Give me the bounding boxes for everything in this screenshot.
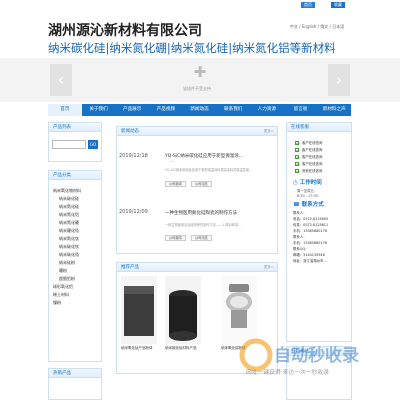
category-item[interactable]: 纳米碳化硅	[49, 195, 101, 203]
news-date: 2019/12/18	[119, 153, 148, 159]
check-icon	[295, 161, 299, 166]
news-tag-button[interactable]: 公司动态	[191, 235, 212, 241]
category-item[interactable]: 纳米氧化物材料	[49, 187, 101, 195]
product-list-title: 产品列表	[49, 123, 101, 132]
category-item[interactable]: 稀土材料	[49, 291, 101, 299]
clock-icon: ◷	[293, 180, 300, 186]
nav-item-news[interactable]: 新闻动态	[183, 104, 217, 116]
nav-item-voice[interactable]: 新材料之声	[317, 104, 351, 116]
news-headline[interactable]: 一种生物医用氮化硅陶瓷的制作方法	[165, 210, 237, 216]
site-watermark: 自动秒收录 网址一键获得·来访一次一秒收录	[238, 335, 388, 380]
site-slogan: 纳米碳化硅|纳米氮化硼|纳米氮化硅|纳米氮化铝等新材料	[48, 41, 336, 55]
right-info-panel: 在线客服 客户在线咨询 客户在线咨询 客户在线咨询 客户在线咨询 其他在线咨询 …	[286, 122, 352, 342]
categories-title: 产品分类	[49, 171, 101, 180]
category-item[interactable]: 硼粉	[49, 267, 101, 275]
nav-item-home[interactable]: 首页	[48, 104, 82, 116]
product-caption[interactable]: 纳米氧化钛产品粉体	[121, 346, 157, 351]
category-list: 纳米氧化物材料 纳米碳化硅 纳米氮化硅 纳米氮化铝 纳米氮化硼 纳米硼化锆 纳米氮化钛 纳米碳…	[49, 180, 101, 307]
nav-item-about[interactable]: 关于我们	[82, 104, 116, 116]
contact-title: ☎ 联系方式	[293, 202, 324, 208]
product-image[interactable]	[165, 276, 201, 344]
site-header: 湖州源沁新材料有限公司 纳米碳化硅|纳米氮化硼|纳米氮化硅|纳米氮化铝等新材料 …	[0, 12, 400, 58]
nav-item-products[interactable]: 产品展示	[115, 104, 149, 116]
worktime-title: ◷ 工作时间	[293, 180, 322, 186]
banner-prev-button[interactable]: ‹	[50, 64, 72, 96]
contact-list: 联系人： 电话：0572-6125600 传真：0572-6125611 手机：133…	[287, 210, 351, 264]
news-tag-button[interactable]: 公司新闻	[165, 181, 186, 187]
category-item[interactable]: 球形氧化铝	[49, 283, 101, 291]
hot-products-box: 热销产品	[48, 368, 102, 400]
nav-item-hr[interactable]: 人力资源	[250, 104, 284, 116]
check-icon	[295, 154, 299, 159]
phone-icon: ☎	[293, 202, 302, 208]
company-name[interactable]: 湖州源沁新材料有限公司	[48, 20, 202, 40]
news-headline[interactable]: YQ-SiC纳米碳化硅应用于新型保温涂…	[165, 153, 243, 159]
main-nav: 首页 关于我们 产品展示 产品视频 新闻动态 联系我们 人力资源 留言板 新材料…	[48, 104, 351, 116]
nav-item-guestbook[interactable]: 留言板	[284, 104, 318, 116]
plugin-unsupported-note: 该插件不受支持	[183, 86, 211, 91]
nav-item-contact[interactable]: 联系我们	[216, 104, 250, 116]
category-item[interactable]: 纳米氮化硅	[49, 203, 101, 211]
service-link[interactable]: 客户在线咨询	[287, 139, 351, 146]
news-date: 2019/12/09	[119, 209, 148, 215]
news-summary: YQ-SiC纳米碳化硅应用于新型保温涂料提高涂料的保温性能…	[165, 168, 253, 172]
product-image[interactable]	[121, 276, 157, 344]
news-title: 新闻动态	[117, 127, 277, 136]
language-switcher[interactable]: 中文 / English / 俄文 / 日本语	[290, 24, 344, 30]
service-link[interactable]: 客户在线咨询	[287, 153, 351, 160]
nav-item-videos[interactable]: 产品视频	[149, 104, 183, 116]
category-item[interactable]: 纳米碳化钛	[49, 243, 101, 251]
watermark-title: 自动秒收录	[274, 346, 359, 366]
service-link[interactable]: 客户在线咨询	[287, 160, 351, 167]
favorite-button[interactable]: 收藏	[331, 2, 345, 8]
category-item[interactable]: 纳米氮化铝	[49, 211, 101, 219]
product-image[interactable]	[221, 276, 257, 344]
banner: ‹ ✚ 该插件不受支持 ›	[0, 58, 400, 102]
news-summary: 一种生物医用氮化硅陶瓷的制作方法——1.原料称量…	[165, 223, 242, 227]
category-item[interactable]: 纳米氮化硼	[49, 219, 101, 227]
category-item[interactable]: 纳米氮化钛	[49, 235, 101, 243]
check-icon	[295, 147, 299, 152]
service-link[interactable]: 其他在线咨询	[287, 167, 351, 174]
category-item[interactable]: 纳米硼化锆	[49, 227, 101, 235]
news-item[interactable]: 2019/12/09 一种生物医用氮化硅陶瓷的制作方法 一种生物医用氮化硅陶瓷的…	[117, 199, 277, 249]
banner-next-button[interactable]: ›	[328, 64, 350, 96]
check-icon	[295, 168, 299, 173]
plugin-icon: ✚	[193, 63, 207, 81]
category-item[interactable]: 超细铝粉	[49, 275, 101, 283]
products-title: 推荐产品	[117, 263, 277, 272]
product-card[interactable]: 纳米氧化钛产品粉体	[121, 276, 157, 351]
online-service-title: 在线客服	[287, 123, 351, 132]
category-item[interactable]: 纳米硅粉	[49, 259, 101, 267]
hot-products-title: 热销产品	[49, 369, 101, 378]
home-shortcut-button[interactable]: 首页	[301, 2, 315, 8]
watermark-subtitle: 网址一键获得·来访一次一秒收录	[246, 370, 329, 376]
contact-line: 地址：浙江省湖州市…	[293, 259, 327, 263]
news-panel: 新闻动态 更多» 2019/12/18 YQ-SiC纳米碳化硅应用于新型保温涂……	[116, 126, 278, 254]
product-search-input[interactable]	[52, 140, 86, 149]
products-more-link[interactable]: 更多»	[264, 265, 273, 270]
category-item[interactable]: 镍粉	[49, 299, 101, 307]
product-card[interactable]: 纳米碳化硅材料产品	[165, 276, 201, 351]
category-box: 产品分类 纳米氧化物材料 纳米碳化硅 纳米氮化硅 纳米氮化铝 纳米氮化硼 纳米硼化锆 纳米氮…	[48, 170, 102, 362]
service-link[interactable]: 客户在线咨询	[287, 146, 351, 153]
product-caption[interactable]: 纳米碳化硅材料产品	[165, 346, 201, 351]
product-search-box: 产品列表 GO	[48, 122, 102, 162]
news-item[interactable]: 2019/12/18 YQ-SiC纳米碳化硅应用于新型保温涂… … YQ-SiC…	[117, 141, 277, 191]
top-bar: 首页 收藏	[0, 0, 400, 9]
check-icon	[295, 140, 299, 145]
search-go-button[interactable]: GO	[88, 140, 98, 149]
news-more-link[interactable]: 更多»	[264, 129, 273, 134]
service-list: 客户在线咨询 客户在线咨询 客户在线咨询 客户在线咨询 其他在线咨询	[287, 132, 351, 174]
news-tag-button[interactable]: 公司新闻	[165, 235, 186, 241]
news-tag-button[interactable]: 公司动态	[191, 181, 212, 187]
category-item[interactable]: 纳米碳化锆	[49, 251, 101, 259]
